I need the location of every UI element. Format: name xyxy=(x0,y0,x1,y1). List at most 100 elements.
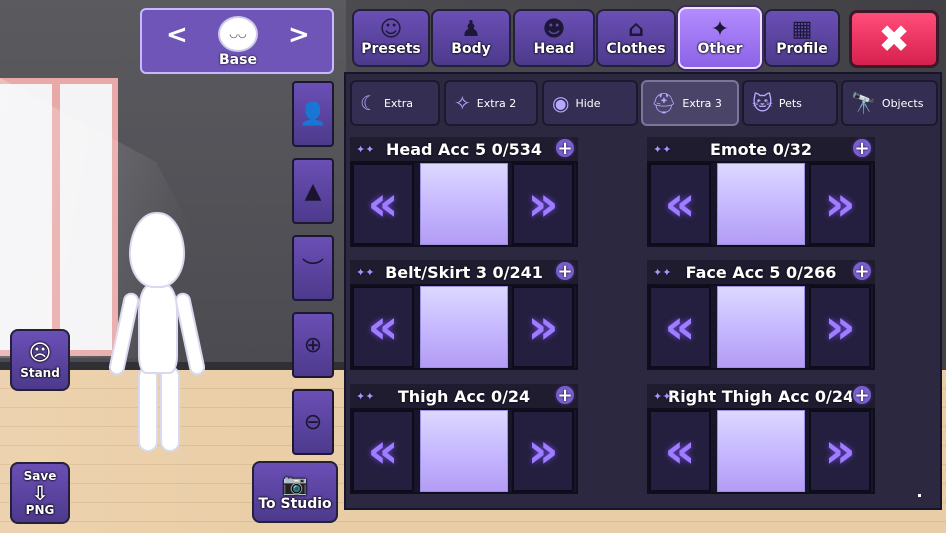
chevron-left-icon: « xyxy=(664,176,696,232)
slot-emote: ✦✦ Emote 0/32 + « » xyxy=(647,137,875,247)
item-swatch[interactable] xyxy=(717,286,805,368)
zoom-out-button[interactable]: ⊖ xyxy=(292,389,334,455)
prev-item-button[interactable]: « xyxy=(352,163,414,245)
slot-title: Thigh Acc 0/24 xyxy=(397,386,531,406)
subtab-label: Objects xyxy=(881,96,924,110)
base-face-icon[interactable]: ◡◡ xyxy=(218,16,258,52)
tab-clothes[interactable]: ⌂ Clothes xyxy=(596,9,676,67)
profile-card-icon: ▦ xyxy=(791,17,813,42)
subtab-hide[interactable]: ◉ Hide xyxy=(542,80,638,126)
subtab-extra[interactable]: ☾ Extra xyxy=(350,80,440,126)
add-slot-icon[interactable]: + xyxy=(554,260,576,282)
prev-item-button[interactable]: « xyxy=(649,410,711,492)
chevron-right-icon: » xyxy=(824,299,856,355)
tab-label: Other xyxy=(697,41,743,57)
to-studio-label: To Studio xyxy=(258,496,332,512)
subtab-extra-2[interactable]: ✧ Extra 2 xyxy=(444,80,538,126)
telescope-icon: 🔭 xyxy=(851,91,876,115)
body-icon: ♟ xyxy=(461,17,481,42)
prev-base-arrow-icon[interactable]: < xyxy=(166,22,188,48)
tab-label: Head xyxy=(533,41,575,57)
sparkle-icon: ✦✦ xyxy=(653,389,672,403)
subtab-extra-3[interactable]: ⛑ Extra 3 xyxy=(641,80,739,126)
pose-face-icon: ☹ xyxy=(28,340,52,366)
next-item-button[interactable]: » xyxy=(809,163,871,245)
slot-title: Right Thigh Acc 0/24 xyxy=(667,386,855,406)
tab-other[interactable]: ✦ Other xyxy=(678,7,762,69)
chevron-left-icon: « xyxy=(664,299,696,355)
add-slot-icon[interactable]: + xyxy=(851,384,873,406)
slot-title-bar: ✦✦ Emote 0/32 + xyxy=(647,137,875,161)
next-item-button[interactable]: » xyxy=(512,163,574,245)
tab-label: Profile xyxy=(776,41,828,57)
zoom-out-icon: ⊖ xyxy=(303,409,323,435)
add-slot-icon[interactable]: + xyxy=(554,384,576,406)
zoom-in-button[interactable]: ⊕ xyxy=(292,312,334,378)
hanger-icon: ⌂ xyxy=(628,17,644,42)
next-item-button[interactable]: » xyxy=(809,286,871,368)
save-png-button[interactable]: Save ⇩ PNG xyxy=(10,462,70,524)
character-left-leg xyxy=(138,366,158,452)
slot-title: Belt/Skirt 3 0/241 xyxy=(385,262,543,282)
character-right-leg xyxy=(160,366,180,452)
sparkle-icon: ✦✦ xyxy=(356,142,375,156)
item-swatch[interactable] xyxy=(420,163,508,245)
sparkle-icon: ✦✦ xyxy=(653,142,672,156)
prev-item-button[interactable]: « xyxy=(352,410,414,492)
close-button[interactable]: ✖ xyxy=(849,10,939,68)
item-swatch[interactable] xyxy=(420,410,508,492)
subtab-objects[interactable]: 🔭 Objects xyxy=(841,80,938,126)
subtab-label: Extra 3 xyxy=(682,96,722,110)
background-button[interactable]: ▲ xyxy=(292,158,334,224)
chevron-left-icon: « xyxy=(664,423,696,479)
next-item-button[interactable]: » xyxy=(809,410,871,492)
add-slot-icon[interactable]: + xyxy=(554,137,576,159)
chevron-left-icon: « xyxy=(367,423,399,479)
hat-icon: ⛑ xyxy=(651,91,677,115)
tab-body[interactable]: ♟ Body xyxy=(431,9,511,67)
slot-belt-skirt-3: ✦✦ Belt/Skirt 3 0/241 + « » xyxy=(350,260,578,370)
add-slot-icon[interactable]: + xyxy=(851,137,873,159)
close-icon: ✖ xyxy=(878,17,910,61)
head-icon: ☻ xyxy=(542,17,566,42)
to-studio-button[interactable]: 📷 To Studio xyxy=(252,461,338,523)
prev-item-button[interactable]: « xyxy=(649,286,711,368)
slot-body: « » xyxy=(350,161,578,247)
slot-body: « » xyxy=(350,284,578,370)
tab-profile[interactable]: ▦ Profile xyxy=(764,9,840,67)
item-swatch[interactable] xyxy=(420,286,508,368)
eyes-closed-icon: ︶ xyxy=(301,258,324,283)
subtab-pets[interactable]: 🐱 Pets xyxy=(742,80,838,126)
sparkle-icon: ✦✦ xyxy=(653,265,672,279)
next-item-button[interactable]: » xyxy=(512,410,574,492)
slot-title-bar: ✦✦ Head Acc 5 0/534 + xyxy=(350,137,578,161)
panel-corner-dot xyxy=(918,494,921,497)
chevron-right-icon: » xyxy=(527,299,559,355)
tab-label: Clothes xyxy=(606,41,666,57)
game-stage: { "base_selector": {"prev": "<", "next":… xyxy=(0,0,946,533)
stand-button[interactable]: ☹ Stand xyxy=(10,329,70,391)
tab-label: Body xyxy=(451,41,491,57)
character-body xyxy=(138,284,178,374)
slot-title: Emote 0/32 xyxy=(710,139,812,159)
add-slot-icon[interactable]: + xyxy=(851,260,873,282)
sparkle-icon: ✦✦ xyxy=(356,265,375,279)
prev-item-button[interactable]: « xyxy=(649,163,711,245)
next-item-button[interactable]: » xyxy=(512,286,574,368)
tab-presets[interactable]: ☺ Presets xyxy=(352,9,430,67)
tab-head[interactable]: ☻ Head xyxy=(513,9,595,67)
moon-icon: ☾ xyxy=(360,91,378,115)
camera-icon: 📷 xyxy=(282,472,308,496)
item-swatch[interactable] xyxy=(717,163,805,245)
eye-icon: ◉ xyxy=(552,91,570,115)
blink-button[interactable]: ︶ xyxy=(292,235,334,301)
next-base-arrow-icon[interactable]: > xyxy=(288,22,310,48)
prev-item-button[interactable]: « xyxy=(352,286,414,368)
slot-right-thigh-acc: ✦✦ Right Thigh Acc 0/24 + « » xyxy=(647,384,875,494)
slot-body: « » xyxy=(647,408,875,494)
zoom-in-icon: ⊕ xyxy=(303,332,323,358)
slot-thigh-acc: ✦✦ Thigh Acc 0/24 + « » xyxy=(350,384,578,494)
add-character-button[interactable]: 👤 xyxy=(292,81,334,147)
item-swatch[interactable] xyxy=(717,410,805,492)
sparkle-icon: ✦✦ xyxy=(356,389,375,403)
